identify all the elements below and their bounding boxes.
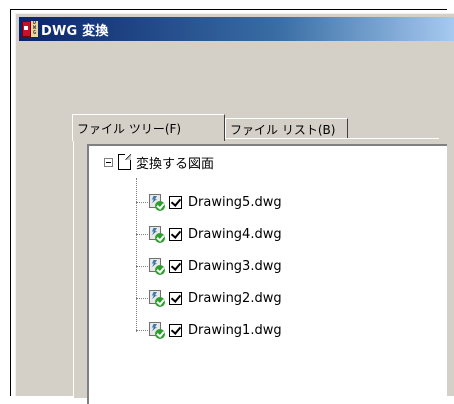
tab-file-tree[interactable]: ファイル ツリー(F) xyxy=(72,114,225,141)
tree-item-label: Drawing5.dwg xyxy=(188,194,282,210)
tree-item-label: Drawing3.dwg xyxy=(188,258,282,274)
dwg-file-icon xyxy=(148,289,165,307)
dwg-app-icon: DWG xyxy=(22,21,38,37)
file-tree-view[interactable]: 変換する図面 Drawing5.dwg Drawing4.dwg Drawing… xyxy=(87,144,447,404)
tree-item[interactable]: Drawing5.dwg xyxy=(136,192,282,212)
dwg-file-icon xyxy=(148,321,165,339)
collapse-icon[interactable] xyxy=(104,157,113,167)
tree-item[interactable]: Drawing2.dwg xyxy=(136,288,282,308)
tree-item[interactable]: Drawing4.dwg xyxy=(136,224,282,244)
tree-item-label: Drawing2.dwg xyxy=(188,290,282,306)
include-checkbox[interactable] xyxy=(169,227,182,241)
tree-item-label: Drawing4.dwg xyxy=(188,226,282,242)
tree-item-label: Drawing1.dwg xyxy=(188,322,282,338)
dwg-file-icon xyxy=(148,193,165,211)
include-checkbox[interactable] xyxy=(169,291,182,305)
include-checkbox[interactable] xyxy=(169,259,182,273)
include-checkbox[interactable] xyxy=(169,195,182,209)
window-title: DWG 変換 xyxy=(41,23,109,39)
tree-item[interactable]: Drawing1.dwg xyxy=(136,320,282,340)
tree-root-label: 変換する図面 xyxy=(136,156,215,172)
include-checkbox[interactable] xyxy=(169,323,182,337)
title-bar[interactable]: DWG DWG 変換 xyxy=(19,17,454,41)
tab-panel: 変換する図面 Drawing5.dwg Drawing4.dwg Drawing… xyxy=(73,138,447,404)
tree-root-node[interactable]: 変換する図面 xyxy=(104,152,214,172)
document-icon xyxy=(116,153,132,171)
dwg-file-icon xyxy=(148,225,165,243)
tab-file-list[interactable]: ファイル リスト(B) xyxy=(225,118,348,140)
tree-item[interactable]: Drawing3.dwg xyxy=(136,256,282,276)
dwg-file-icon xyxy=(148,257,165,275)
